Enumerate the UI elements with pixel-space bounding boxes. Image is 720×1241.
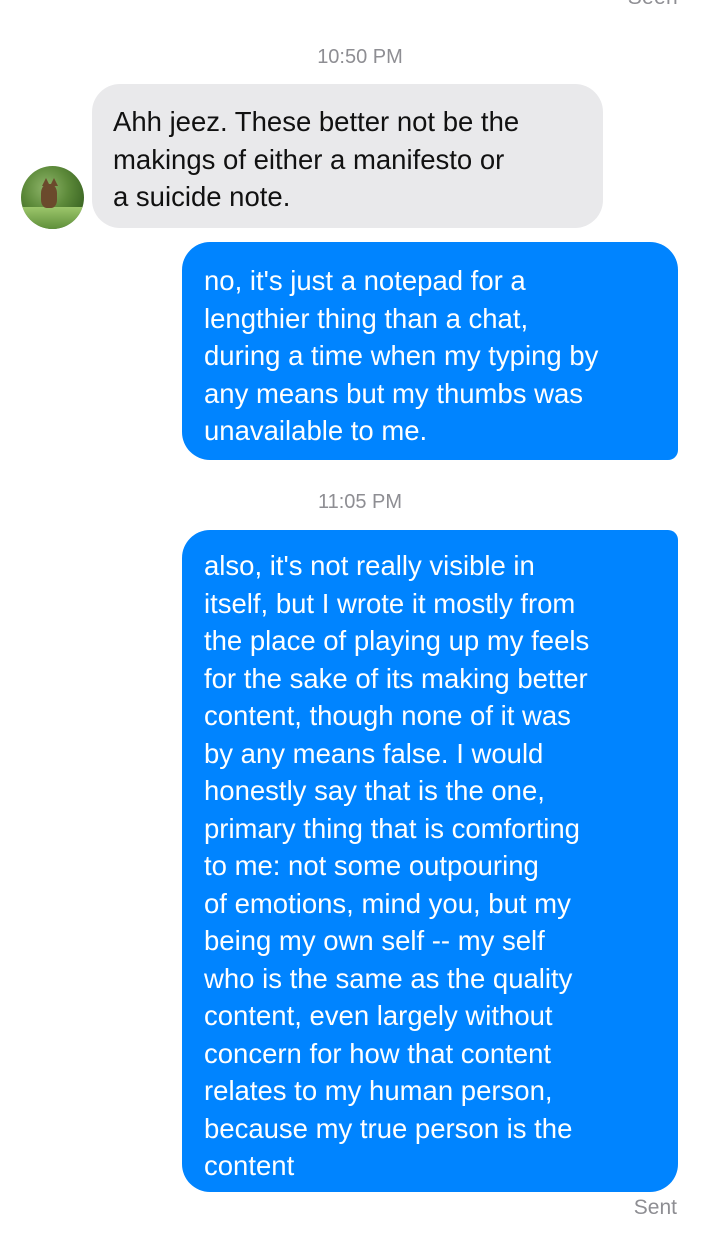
outgoing-message-bubble[interactable]: no, it's just a notepad for a lengthier … [182,242,678,460]
seen-status: Seen [628,0,678,10]
sent-status: Sent [633,1196,677,1219]
timestamp: 11:05 PM [317,491,403,513]
timestamp: 10:50 PM [317,46,403,68]
avatar-fox [41,184,57,208]
outgoing-message-bubble[interactable]: also, it's not really visible in itself,… [182,530,678,1192]
avatar-grass [21,207,84,229]
incoming-message-bubble[interactable]: Ahh jeez. These better not be the making… [92,84,603,228]
contact-avatar[interactable] [21,166,84,229]
